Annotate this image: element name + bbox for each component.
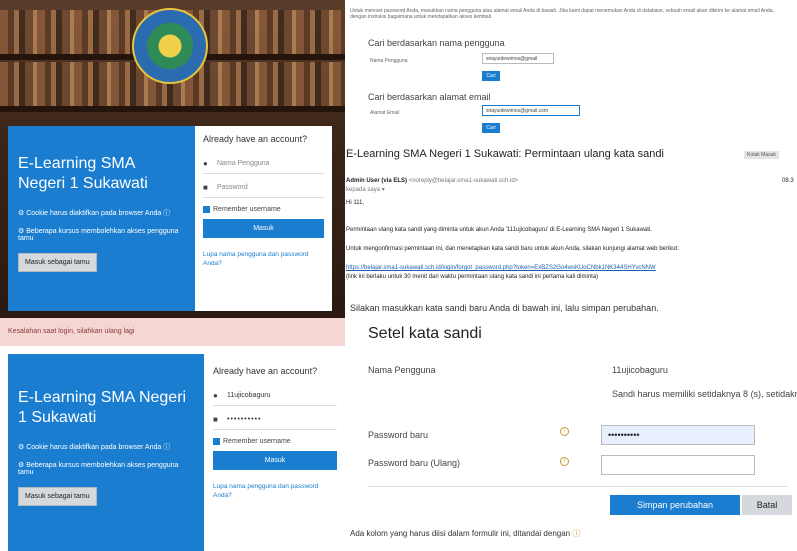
forgot-password-link[interactable]: Lupa nama pengguna dan password Anda?: [203, 250, 324, 268]
email-expiry-note: (link ini berlaku untuk 30 menit dari wa…: [346, 274, 599, 280]
lock-icon: ■: [203, 183, 208, 192]
forgot-password-link-2[interactable]: Lupa nama pengguna dan password Anda?: [213, 482, 337, 500]
guest-login-button[interactable]: Masuk sebagai tamu: [18, 253, 97, 272]
remember-username-checkbox-2[interactable]: Remember username: [213, 438, 337, 445]
username-field[interactable]: ● Nama Pengguna: [203, 154, 324, 174]
search-by-username-heading: Cari berdasarkan nama pengguna: [368, 38, 505, 48]
info-icon: ⓘ: [572, 529, 581, 538]
username-search-input[interactable]: sriayuidewimos@gmail: [482, 53, 554, 64]
checkbox-icon: [213, 438, 220, 445]
login-info-panel: E-Learning SMA Negeri 1 Sukawati ⚙ Cooki…: [8, 126, 195, 311]
bookshelf-shelf: [0, 106, 345, 112]
reset-username-value: 11ujicobaguru: [612, 365, 668, 375]
remember-username-checkbox[interactable]: Remember username: [203, 206, 324, 213]
email-search-input[interactable]: sriayuidewimos@gmail.com: [482, 105, 580, 116]
reset-username-label: Nama Pengguna: [368, 365, 436, 375]
guest-note: ⚙ Beberapa kursus membolehkan akses peng…: [18, 228, 179, 242]
new-password-label: Password baru: [368, 430, 429, 440]
login-info-panel-2: E-Learning SMA Negeri 1 Sukawati ⚙ Cooki…: [8, 354, 204, 551]
reset-title: Setel kata sandi: [368, 325, 482, 342]
school-title: E-Learning SMA Negeri 1 Sukawati: [18, 155, 148, 192]
guest-login-button-2[interactable]: Masuk sebagai tamu: [18, 487, 97, 506]
new-password-input[interactable]: ••••••••••: [601, 425, 755, 445]
email-label: Alamat Email: [370, 110, 400, 116]
search-username-button[interactable]: Cari: [482, 71, 500, 81]
divider: [368, 486, 788, 487]
help-icon: ⓘ: [163, 210, 171, 217]
user-icon: ●: [203, 159, 208, 168]
email-subject: E-Learning SMA Negeri 1 Sukawati: Permin…: [346, 148, 664, 160]
reset-intro-text: Silakan masukkan kata sandi baru Anda di…: [350, 303, 659, 313]
checkbox-icon: [203, 206, 210, 213]
info-icon[interactable]: !: [560, 427, 569, 436]
email-greeting: Hi 111,: [346, 200, 365, 206]
guest-note-2: ⚙ Beberapa kursus membolehkan akses peng…: [18, 462, 179, 476]
repeat-password-input[interactable]: [601, 455, 755, 475]
login-heading: Already have an account?: [203, 134, 308, 144]
search-email-button[interactable]: Cari: [482, 123, 500, 133]
email-recipient[interactable]: kepada saya ▾: [346, 186, 385, 194]
user-icon: ●: [213, 391, 218, 400]
email-time: 08.3: [782, 178, 794, 184]
login-button-2[interactable]: Masuk: [213, 451, 337, 470]
username-field-2[interactable]: ● 11ujicobaguru: [213, 386, 337, 406]
save-changes-button[interactable]: Simpan perubahan: [610, 495, 740, 515]
school-logo: [132, 8, 208, 84]
info-icon[interactable]: !: [560, 457, 569, 466]
password-policy: Sandi harus memiliki setidaknya 8 (s), s…: [612, 389, 797, 399]
password-field[interactable]: ■ Password: [203, 178, 324, 198]
lock-icon: ■: [213, 415, 218, 424]
school-title-2: E-Learning SMA Negeri 1 Sukawati: [18, 389, 187, 426]
cancel-button[interactable]: Batal: [742, 495, 792, 515]
email-line-1: Permintaan ulang kata sandi yang diminta…: [346, 227, 652, 233]
help-icon: ⓘ: [163, 444, 171, 451]
forgot-intro-text: Untuk mereset password Anda, masukkan na…: [350, 8, 774, 20]
cookie-note: ⚙ Cookie harus diaktifkan pada browser A…: [18, 210, 171, 217]
email-sender: Admin User (via ELS) <noreply@belajar.sm…: [346, 178, 519, 184]
login-form-panel: Already have an account? ● Nama Pengguna…: [195, 126, 332, 311]
inbox-label: Kotak Masuk: [744, 151, 779, 159]
login-form-panel-2: Already have an account? ● 11ujicobaguru…: [205, 354, 345, 551]
login-button[interactable]: Masuk: [203, 219, 324, 238]
search-by-email-heading: Cari berdasarkan alamat email: [368, 92, 491, 102]
cookie-note-2: ⚙ Cookie harus diaktifkan pada browser A…: [18, 444, 171, 451]
reset-password-link[interactable]: https://belajar.sma1-sukawati.sch.id/log…: [346, 264, 656, 272]
repeat-password-label: Password baru (Ulang): [368, 458, 461, 468]
email-line-2: Untuk mengonfirmasi permintaan ini, dan …: [346, 246, 679, 252]
password-field-2[interactable]: ■ ••••••••••: [213, 410, 337, 430]
required-fields-note: Ada kolom yang harus diisi dalam formuli…: [350, 529, 581, 538]
login-heading-2: Already have an account?: [213, 366, 318, 376]
login-error-message: Kesalahan saat login, silahkan ulang lag…: [0, 318, 345, 346]
username-label: Nama Pengguna: [370, 58, 408, 64]
